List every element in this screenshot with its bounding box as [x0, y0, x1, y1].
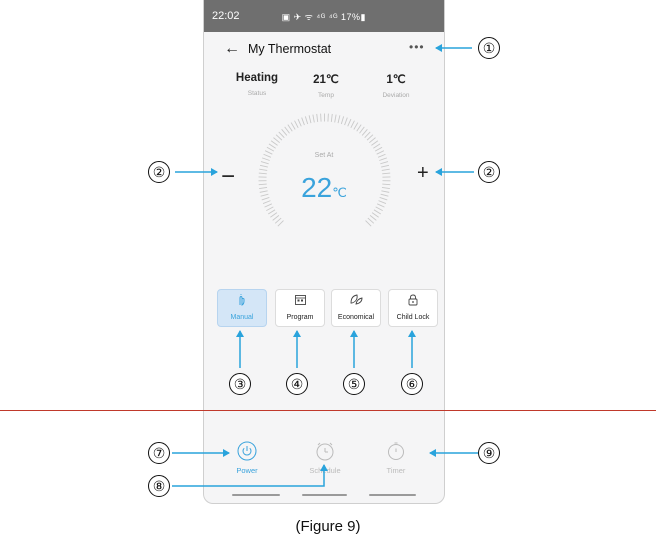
- callout-2-left: ②: [148, 161, 170, 183]
- figure-caption: (Figure 9): [295, 518, 361, 535]
- callout-9: ⑨: [478, 442, 500, 464]
- callout-6: ⑥: [401, 373, 423, 395]
- callout-2-right: ②: [478, 161, 500, 183]
- callout-4: ④: [286, 373, 308, 395]
- callout-1: ①: [478, 37, 500, 59]
- callout-5: ⑤: [343, 373, 365, 395]
- callout-arrow-8: [172, 464, 328, 487]
- callout-8: ⑧: [148, 475, 170, 497]
- callout-7: ⑦: [148, 442, 170, 464]
- callout-arrows: [172, 44, 478, 487]
- callout-3: ③: [229, 373, 251, 395]
